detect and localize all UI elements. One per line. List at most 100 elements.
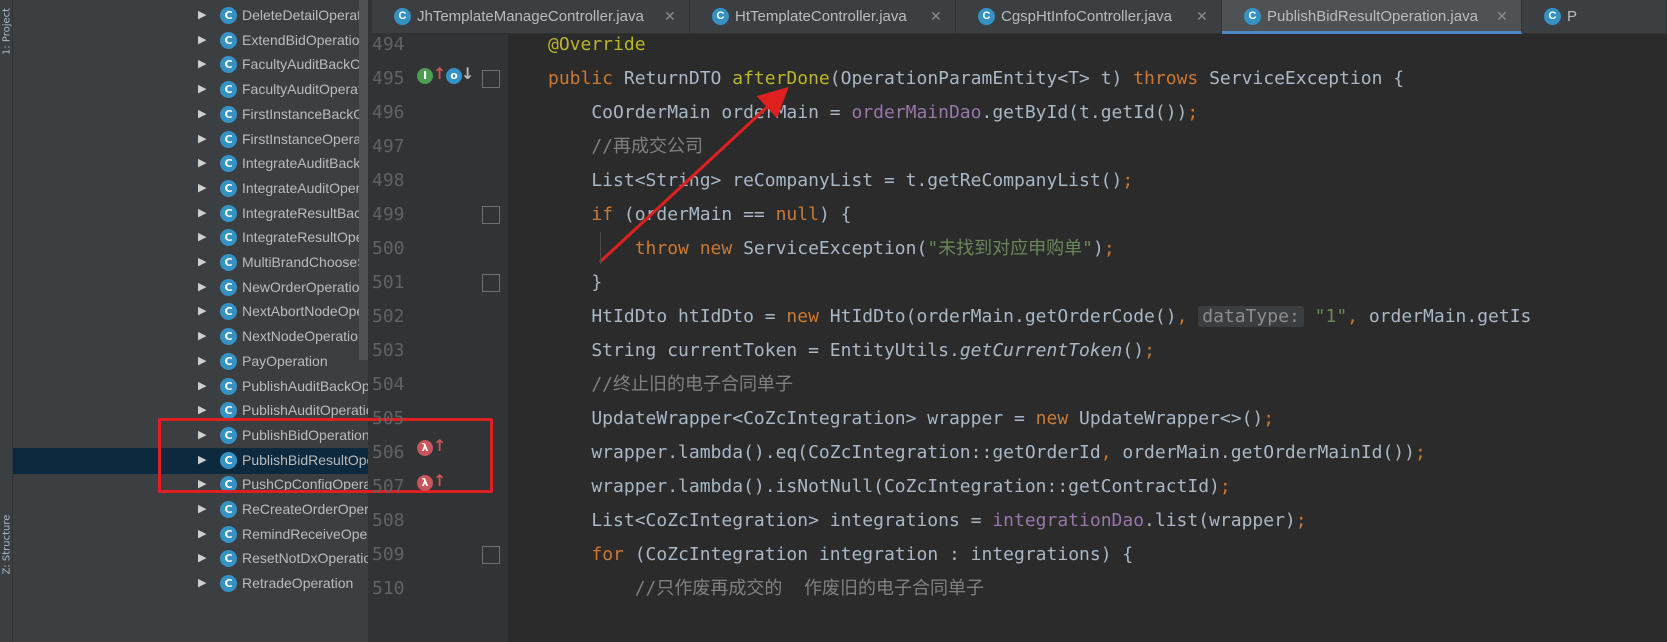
- close-tab-icon[interactable]: ✕: [1196, 8, 1208, 25]
- expand-arrow-icon[interactable]: ▶: [198, 280, 206, 293]
- code-line[interactable]: //只作废再成交的 作废旧的电子合同单子: [548, 574, 984, 604]
- expand-arrow-icon[interactable]: ▶: [198, 576, 206, 589]
- editor-tab[interactable]: C CgspHtInfoController.java ✕: [956, 0, 1222, 34]
- tree-item[interactable]: ▶CIntegrateResultBackOperation: [13, 201, 398, 227]
- code-line[interactable]: HtIdDto htIdDto = new HtIdDto(orderMain.…: [548, 302, 1531, 332]
- code-line[interactable]: //终止旧的电子合同单子: [548, 370, 793, 400]
- code-line[interactable]: for (CoZcIntegration integration : integ…: [548, 540, 1133, 570]
- close-tab-icon[interactable]: ✕: [930, 8, 942, 25]
- expand-arrow-icon[interactable]: ▶: [198, 230, 206, 243]
- code-line[interactable]: if (orderMain == null) {: [548, 200, 851, 230]
- tree-item-label: RemindReceiveOperation: [242, 525, 384, 542]
- tree-item[interactable]: ▶ C RemindReceiveOperation: [13, 522, 398, 548]
- expand-arrow-icon[interactable]: ▶: [198, 33, 206, 46]
- expand-arrow-icon[interactable]: ▶: [198, 8, 206, 21]
- line-number: 507: [372, 476, 405, 497]
- code-token: HtIdDto(orderMain.getOrderCode(): [829, 306, 1177, 327]
- lambda-icon[interactable]: λ: [417, 475, 433, 491]
- structure-tool-window-button[interactable]: Z: Structure: [0, 510, 13, 590]
- class-icon: C: [220, 402, 237, 420]
- expand-arrow-icon[interactable]: ▶: [198, 527, 206, 540]
- fold-marker-icon[interactable]: [482, 546, 500, 564]
- tree-item[interactable]: ▶CMultiBrandChooseSupplierOperation: [13, 250, 398, 276]
- code-line[interactable]: }: [548, 268, 602, 298]
- expand-arrow-icon[interactable]: ▶: [198, 181, 206, 194]
- code-line[interactable]: wrapper.lambda().isNotNull(CoZcIntegrati…: [548, 472, 1230, 502]
- tree-item[interactable]: ▶ C NextAbortNodeOperation: [13, 299, 398, 325]
- tree-item-label: PublishAuditBackOperation: [242, 377, 384, 394]
- lambda-icon[interactable]: λ: [417, 440, 433, 456]
- class-icon: C: [220, 525, 237, 543]
- expand-arrow-icon[interactable]: ▶: [198, 132, 206, 145]
- code-line[interactable]: List<String> reCompanyList = t.getReComp…: [548, 166, 1133, 196]
- expand-arrow-icon[interactable]: ▶: [198, 379, 206, 392]
- code-line[interactable]: String currentToken = EntityUtils.getCur…: [548, 336, 1155, 366]
- expand-arrow-icon[interactable]: ▶: [198, 82, 206, 95]
- close-tab-icon[interactable]: ✕: [1496, 8, 1508, 25]
- tree-item[interactable]: ▶ C PayOperation: [13, 349, 398, 375]
- tree-item[interactable]: ▶ C ReCreateOrderOperation: [13, 497, 398, 523]
- expand-arrow-icon[interactable]: ▶: [198, 354, 206, 367]
- expand-arrow-icon[interactable]: ▶: [198, 329, 206, 342]
- line-number: 494: [372, 34, 405, 55]
- code-line[interactable]: wrapper.lambda().eq(CoZcIntegration::get…: [548, 438, 1425, 468]
- editor-tab[interactable]: C PublishBidResultOperation.java ✕: [1222, 0, 1522, 34]
- code-token: ServiceException {: [1209, 68, 1405, 89]
- close-tab-icon[interactable]: ✕: [664, 8, 676, 25]
- tree-item[interactable]: ▶CFacultyAuditBackOperation: [13, 52, 398, 78]
- code-line[interactable]: throw new ServiceException("未找到对应申购单");: [548, 234, 1115, 264]
- class-icon: C: [220, 56, 237, 74]
- code-token: .getById(t.getId()): [981, 102, 1188, 123]
- code-line[interactable]: public ReturnDTO afterDone(OperationPara…: [548, 64, 1404, 94]
- class-icon: C: [220, 550, 237, 568]
- line-number: 497: [372, 136, 405, 157]
- project-tool-window-button[interactable]: 1: Project: [0, 8, 13, 58]
- project-scrollbar[interactable]: [359, 0, 368, 360]
- editor-tab[interactable]: C JhTemplateManageController.java ✕: [372, 0, 690, 34]
- code-line[interactable]: List<CoZcIntegration> integrations = int…: [548, 506, 1306, 536]
- line-number: 503: [372, 340, 405, 361]
- tab-label: CgspHtInfoController.java: [1001, 8, 1172, 25]
- expand-arrow-icon[interactable]: ▶: [198, 403, 206, 416]
- tree-item[interactable]: ▶ C ExtendBidOperation: [13, 28, 398, 54]
- overriding-icon[interactable]: o: [446, 68, 462, 84]
- class-icon: C: [712, 8, 729, 25]
- tree-item[interactable]: ▶ C NewOrderOperation: [13, 275, 398, 301]
- expand-arrow-icon[interactable]: ▶: [198, 551, 206, 564]
- code-token: List<String> reCompanyList = t.getReComp…: [548, 170, 1123, 191]
- tree-item[interactable]: ▶ C FacultyAuditOperation: [13, 77, 398, 103]
- fold-marker-icon[interactable]: [482, 70, 500, 88]
- expand-arrow-icon[interactable]: ▶: [198, 255, 206, 268]
- expand-arrow-icon[interactable]: ▶: [198, 502, 206, 515]
- code-token: }: [548, 272, 603, 293]
- expand-arrow-icon[interactable]: ▶: [198, 206, 206, 219]
- code-token: "未找到对应申购单": [927, 238, 1093, 259]
- code-token: integrationDao: [992, 510, 1145, 531]
- expand-arrow-icon[interactable]: ▶: [198, 107, 206, 120]
- tree-item[interactable]: ▶ C DeleteDetailOperation: [13, 3, 398, 29]
- tree-item[interactable]: ▶ C IntegrateAuditOperation: [13, 176, 398, 202]
- tree-item[interactable]: ▶ C PublishAuditBackOperation: [13, 374, 398, 400]
- tree-item[interactable]: ▶CIntegrateAuditBackOperation: [13, 151, 398, 177]
- code-line[interactable]: UpdateWrapper<CoZcIntegration> wrapper =…: [548, 404, 1274, 434]
- code-line[interactable]: //再成交公司: [548, 132, 703, 162]
- expand-arrow-icon[interactable]: ▶: [198, 156, 206, 169]
- indent-guide: [600, 232, 601, 264]
- fold-marker-icon[interactable]: [482, 206, 500, 224]
- tab-label: P: [1567, 8, 1578, 25]
- expand-arrow-icon[interactable]: ▶: [198, 304, 206, 317]
- editor-tab[interactable]: CP: [1522, 0, 1667, 34]
- code-line[interactable]: @Override: [548, 30, 646, 60]
- tree-item[interactable]: ▶ C IntegrateResultOperation: [13, 225, 398, 251]
- code-line[interactable]: CoOrderMain orderMain = orderMainDao.get…: [548, 98, 1198, 128]
- editor-tab[interactable]: C HtTemplateController.java ✕: [690, 0, 956, 34]
- fold-marker-icon[interactable]: [482, 274, 500, 292]
- tree-item[interactable]: ▶ C NextNodeOperation: [13, 324, 398, 350]
- tree-item[interactable]: ▶CFirstInstanceBackOperation: [13, 102, 398, 128]
- tree-item[interactable]: ▶ C FirstInstanceOperation: [13, 127, 398, 153]
- tree-item[interactable]: ▶ C ResetNotDxOperation: [13, 546, 398, 572]
- tree-item[interactable]: ▶ C RetradeOperation: [13, 571, 398, 597]
- implementing-icon[interactable]: I: [417, 68, 433, 84]
- expand-arrow-icon[interactable]: ▶: [198, 57, 206, 70]
